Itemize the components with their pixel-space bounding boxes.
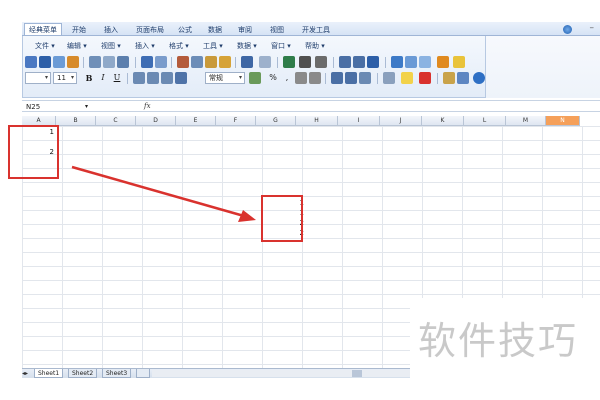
insert-sheet-icon[interactable] <box>136 369 150 378</box>
sheet-nav-icon[interactable]: ◂▸ <box>22 370 28 377</box>
arrow-head <box>238 210 256 222</box>
sheet-tab-2[interactable]: Sheet2 <box>68 369 98 378</box>
watermark-text: 软件技巧 <box>418 319 579 363</box>
horizontal-scrollbar[interactable] <box>152 370 410 377</box>
sheet-tab-1[interactable]: Sheet1 <box>34 369 64 378</box>
scrollbar-thumb[interactable] <box>352 370 362 377</box>
arrow-line <box>71 165 245 218</box>
sheet-tab-bar: ◂▸ Sheet1 Sheet2 Sheet3 <box>22 368 410 378</box>
sheet-tab-3[interactable]: Sheet3 <box>102 369 132 378</box>
